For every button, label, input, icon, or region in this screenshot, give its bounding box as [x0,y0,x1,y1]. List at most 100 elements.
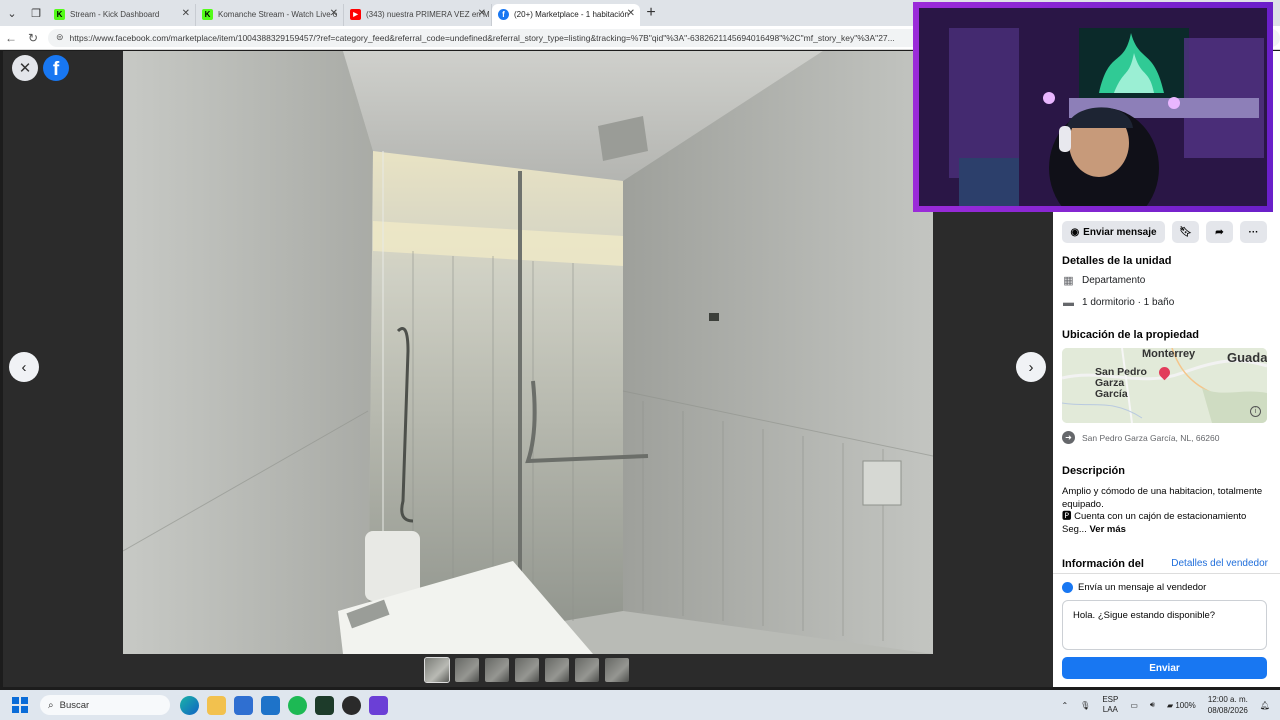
spotify-icon[interactable] [288,695,307,715]
youtube-icon: ▶ [350,8,361,20]
property-type-row: ▦ Departamento [1062,274,1145,287]
message-seller-label: Envía un mensaje al vendedor [1062,582,1206,593]
bed-icon: ▬ [1063,296,1074,309]
location-map[interactable]: Monterrey Guada San Pedro Garza García i [1062,348,1267,423]
site-info-icon[interactable]: ⊜ [56,32,64,43]
tab-youtube[interactable]: ▶ (343) nuestra PRIMERA VEZ en M ✕ [344,3,492,26]
terminal-icon[interactable] [315,695,334,715]
tab-marketplace[interactable]: f (20+) Marketplace - 1 habitación ✕ [492,3,640,26]
battery-level: 100% [1175,700,1196,710]
bathroom-photo-image [123,51,933,654]
rooms-row: ▬ 1 dormitorio · 1 baño [1062,296,1174,309]
message-seller-box: Envía un mensaje al vendedor Hola. ¿Sigu… [1053,573,1280,687]
kick-icon: K [54,8,65,20]
windows-start-icon[interactable] [12,697,28,713]
more-icon: ··· [1248,226,1259,238]
facebook-icon: f [498,8,509,20]
tab-list-chevron-icon[interactable]: ⌄ [0,1,24,25]
save-button[interactable]: 🔖︎ [1172,221,1199,243]
search-placeholder: Buscar [59,699,90,711]
thumbnail[interactable] [545,658,569,682]
photo-thumbnails [424,657,629,683]
send-button[interactable]: Enviar [1062,657,1267,679]
clock-time: 12:00 a. m. [1207,695,1248,704]
thumbnail[interactable] [455,658,479,682]
thumbnail[interactable] [575,658,599,682]
info-icon[interactable]: i [1250,406,1261,417]
file-explorer-icon[interactable] [207,695,226,715]
tab-kick-dashboard[interactable]: K Stream - Kick Dashboard ✕ [48,3,196,26]
messenger-icon [1062,582,1073,593]
seller-details-link[interactable]: Detalles del vendedor [1171,558,1268,569]
battery-icon: ▰ [1166,700,1174,710]
facebook-logo-icon[interactable]: f [43,55,69,81]
tab-komanche-stream[interactable]: K Komanche Stream - Watch Live o ✕ [196,3,344,26]
thumbnail[interactable] [605,658,629,682]
tab-close-icon[interactable]: ✕ [330,8,338,19]
app-icon[interactable] [369,695,388,715]
workspaces-icon[interactable]: ❐ [24,1,48,25]
previous-photo-button[interactable]: ‹ [9,352,39,382]
rooms-text: 1 dormitorio · 1 baño [1082,297,1175,308]
listing-photo [123,51,933,654]
directions-icon: ➜ [1062,431,1075,444]
search-icon: ⌕ [48,699,54,711]
edge-icon[interactable] [180,695,199,715]
microphone-icon[interactable]: 🎙︎ [1080,701,1090,710]
messenger-icon: ◉ [1070,226,1080,238]
volume-icon[interactable]: 🔊︎ [1150,700,1155,710]
chevron-left-icon: ‹ [21,358,27,376]
chevron-up-icon[interactable]: ⌃ [1061,701,1068,710]
taskbar-apps [180,695,388,715]
url-text: https://www.facebook.com/marketplace/ite… [69,32,895,43]
obs-icon[interactable] [342,695,361,715]
thumbnail[interactable] [424,657,450,683]
location-title: Ubicación de la propiedad [1062,329,1199,341]
lang-line2: LAA [1102,705,1118,714]
new-tab-plus-icon[interactable]: + [640,4,662,22]
close-viewer-button[interactable]: ✕ [12,55,38,81]
bookmark-icon: 🔖︎ [1179,226,1192,238]
see-more-link[interactable]: Ver más [1089,524,1125,535]
lang-line1: ESP [1102,695,1119,704]
network-icon[interactable]: ▭ [1130,701,1138,710]
tab-title: Komanche Stream - Watch Live o [218,10,338,19]
listing-actions: ◉ Enviar mensaje 🔖︎ ➦ ··· [1062,221,1267,243]
tab-title: (343) nuestra PRIMERA VEZ en M [366,10,490,19]
photo-viewer: ✕ f ‹ › [3,51,1053,687]
streamer-webcam-image [919,8,1267,206]
language-indicator[interactable]: ESP LAA [1102,695,1118,715]
description-line: Amplio y cómodo de una habitacion, total… [1062,486,1263,510]
address-row: ➜ San Pedro Garza García, NL, 66260 [1062,431,1220,444]
webcam-feed [919,8,1267,206]
seller-info-title: Información del [1062,558,1144,570]
outlook-icon[interactable] [261,695,280,715]
webcam-overlay [913,2,1273,212]
reload-icon[interactable]: ↻ [22,31,44,45]
kick-icon: K [202,8,213,20]
tab-close-icon[interactable]: ✕ [182,8,190,19]
share-button[interactable]: ➦ [1206,221,1233,243]
description-line: 🅿 Cuenta con un cajón de estacionamiento [1062,511,1247,522]
next-photo-button[interactable]: › [1016,352,1046,382]
more-options-button[interactable]: ··· [1240,221,1267,243]
taskbar-search[interactable]: ⌕ Buscar [40,695,170,715]
back-arrow-icon[interactable]: ← [0,31,22,45]
tab-title: Stream - Kick Dashboard [70,10,160,19]
notifications-icon[interactable]: 🔔︎ [1260,701,1270,710]
store-icon[interactable] [234,695,253,715]
send-message-label: Enviar mensaje [1083,226,1157,238]
description-line: Seg... [1062,523,1087,535]
property-type: Departamento [1082,275,1146,286]
tab-close-icon[interactable]: ✕ [627,8,635,19]
thumbnail[interactable] [485,658,509,682]
battery-indicator[interactable]: ▰ 100% [1167,701,1196,710]
thumbnail[interactable] [515,658,539,682]
chevron-right-icon: › [1028,358,1034,376]
send-message-button[interactable]: ◉ Enviar mensaje [1062,221,1165,243]
windows-taskbar: ⌕ Buscar ⌃ 🎙︎ ESP LAA ▭ 🔊︎ ▰ 100% 12:00 … [0,690,1280,720]
tab-close-icon[interactable]: ✕ [478,8,486,19]
clock[interactable]: 12:00 a. m. 08/08/2026 [1208,694,1248,716]
close-icon: ✕ [18,60,32,77]
message-input[interactable]: Hola. ¿Sigue estando disponible? [1062,600,1267,650]
